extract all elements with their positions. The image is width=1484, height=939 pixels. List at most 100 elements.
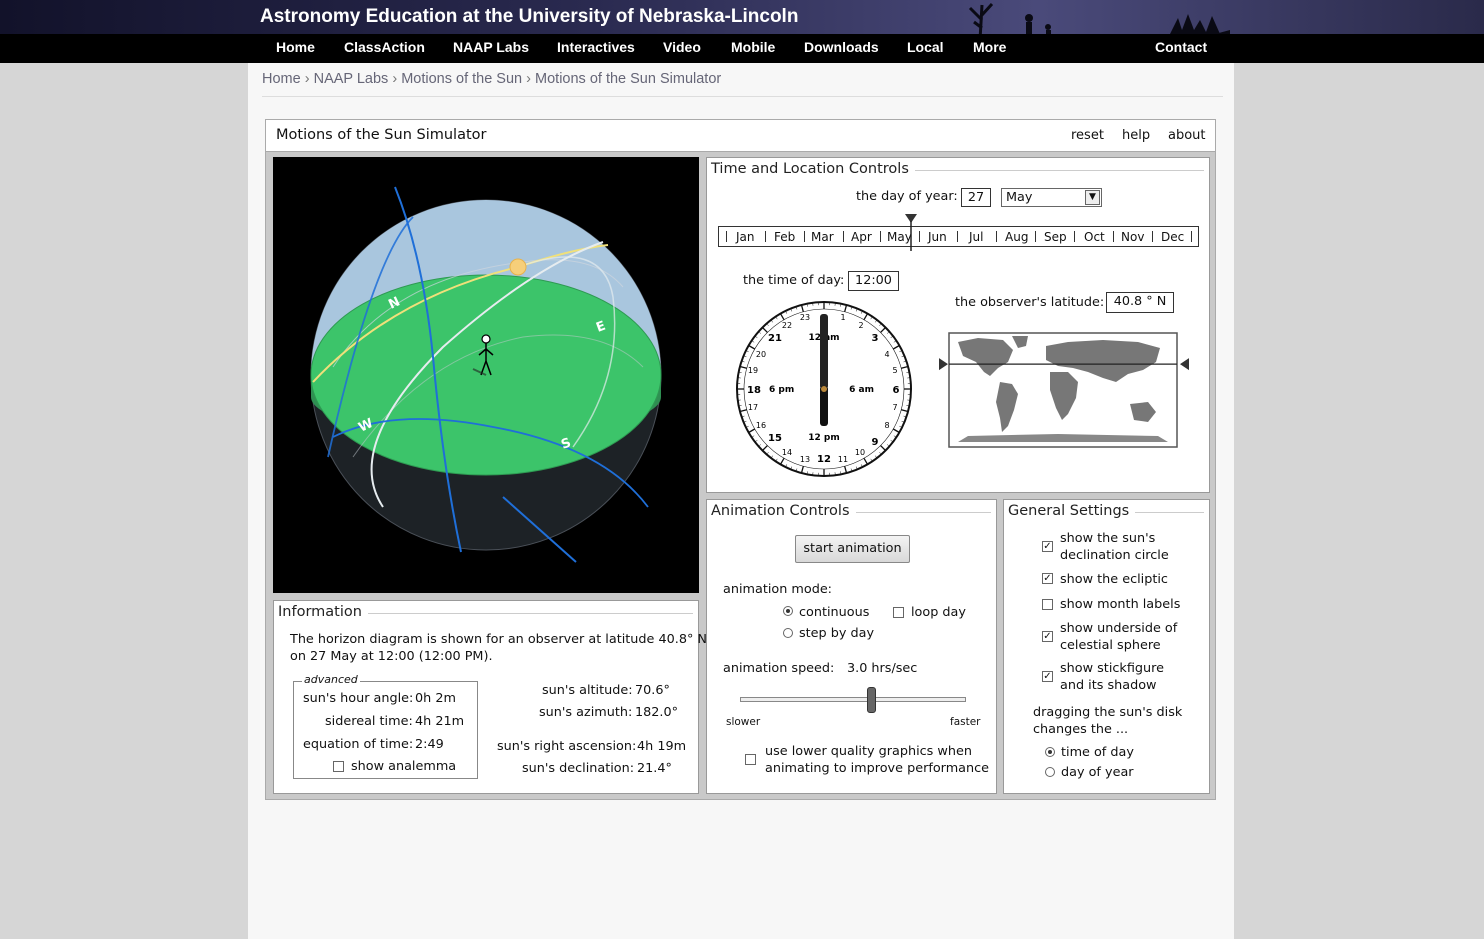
sun-declination-value: 21.4° [637, 761, 672, 776]
mode-continuous-label: continuous [799, 605, 870, 620]
breadcrumb-separator: › [304, 71, 310, 87]
timeline-month: Jun [928, 230, 947, 244]
reset-button[interactable]: reset [1071, 128, 1104, 143]
sun-right-ascension-value: 4h 19m [637, 739, 687, 754]
clock-hour-label: 2 [858, 321, 863, 330]
help-button[interactable]: help [1122, 128, 1150, 143]
advanced-legend: advanced [302, 673, 360, 686]
clock-hour-label: 16 [756, 421, 766, 430]
nav-local[interactable]: Local [907, 39, 944, 55]
clock-hand-upper[interactable] [820, 314, 828, 389]
nav-downloads[interactable]: Downloads [804, 39, 879, 55]
clock-hour-label: 13 [800, 455, 810, 464]
declination-circle-label-line2: declination circle [1060, 548, 1169, 563]
nav-home[interactable]: Home [276, 39, 315, 55]
sun-disk[interactable] [509, 258, 527, 276]
sidereal-time-value: 4h 21m [415, 714, 465, 729]
breadcrumb-separator: › [392, 71, 398, 87]
clock-dial[interactable]: 12 am 6 am 12 pm 6 pm 12 9 6 3 15 18 21 … [735, 300, 913, 478]
nav-mobile[interactable]: Mobile [731, 39, 775, 55]
time-location-legend: Time and Location Controls [711, 161, 915, 177]
nav-naap-labs[interactable]: NAAP Labs [453, 39, 529, 55]
nav-more[interactable]: More [973, 39, 1006, 55]
breadcrumb-motions-of-the-sun[interactable]: Motions of the Sun [401, 71, 522, 87]
hour-angle-value: 0h 2m [415, 691, 456, 706]
ecliptic-checkbox[interactable]: ✓ [1042, 573, 1053, 584]
loop-day-label: loop day [911, 605, 966, 620]
info-summary-line2: on 27 May at 12:00 (12:00 PM). [290, 649, 493, 664]
drag-day-of-year-label: day of year [1061, 765, 1134, 780]
breadcrumb-divider [262, 96, 1223, 97]
clock-hour-label: 19 [748, 366, 758, 375]
day-of-year-input[interactable]: 27 [961, 188, 991, 207]
mode-continuous-radio[interactable] [783, 606, 793, 616]
breadcrumb: Home › NAAP Labs › Motions of the Sun › … [262, 71, 721, 87]
nav-interactives[interactable]: Interactives [557, 39, 635, 55]
chevron-down-icon[interactable]: ▼ [1085, 190, 1100, 205]
nav-video[interactable]: Video [663, 39, 701, 55]
clock-hour-label: 1 [840, 313, 845, 322]
clock-hour-label: 22 [782, 321, 792, 330]
clock-hour-label: 14 [782, 448, 792, 457]
clock-hour-label: 8 [884, 421, 889, 430]
lower-quality-checkbox[interactable] [745, 754, 756, 765]
breadcrumb-naap-labs[interactable]: NAAP Labs [314, 71, 389, 87]
latitude-input[interactable]: 40.8 ° N [1106, 292, 1174, 313]
day-of-year-label: the day of year: [856, 189, 958, 204]
speed-slider-thumb[interactable] [867, 687, 877, 713]
clock-hour-label: 6 [893, 385, 900, 396]
main-nav: Home ClassAction NAAP Labs Interactives … [0, 34, 1484, 63]
information-legend: Information [278, 604, 368, 620]
mode-step-radio[interactable] [783, 628, 793, 638]
breadcrumb-simulator[interactable]: Motions of the Sun Simulator [535, 71, 721, 87]
latitude-handle-right[interactable] [1180, 358, 1189, 371]
site-title[interactable]: Astronomy Education at the University of… [260, 6, 798, 28]
site-header: Astronomy Education at the University of… [0, 0, 1484, 63]
timeline-month: Jul [969, 230, 984, 244]
time-of-day-input[interactable]: 12:00 [848, 271, 899, 291]
day-slider-handle[interactable] [904, 213, 918, 253]
drag-day-of-year-radio[interactable] [1045, 767, 1055, 777]
drag-time-of-day-radio[interactable] [1045, 747, 1055, 757]
month-select[interactable]: May ▼ [1001, 188, 1102, 207]
animation-mode-label: animation mode: [723, 582, 832, 597]
underside-checkbox[interactable]: ✓ [1042, 631, 1053, 642]
sun-azimuth-value: 182.0° [635, 705, 679, 720]
month-labels-checkbox[interactable] [1042, 599, 1053, 610]
clock-hour-label: 10 [855, 448, 865, 457]
timeline-month: Dec [1161, 230, 1185, 244]
clock-hour-label: 5 [892, 366, 897, 375]
timeline-month: Sep [1044, 230, 1067, 244]
time-of-day-label: the time of day: [743, 273, 845, 288]
nav-contact[interactable]: Contact [1155, 39, 1207, 55]
clock-hour-label: 3 [872, 333, 879, 344]
nav-classaction[interactable]: ClassAction [344, 39, 425, 55]
clock-inner-label: 6 am [849, 385, 874, 395]
sun-right-ascension-label: sun's right ascension: [497, 739, 637, 754]
declination-circle-checkbox[interactable]: ✓ [1042, 541, 1053, 552]
latitude-handle-left[interactable] [939, 358, 948, 371]
speed-slider-track[interactable] [740, 697, 966, 702]
breadcrumb-separator: › [526, 71, 531, 87]
show-analemma-checkbox[interactable] [333, 761, 344, 772]
timeline-month: Nov [1121, 230, 1145, 244]
clock-hour-label: 21 [768, 333, 782, 344]
simulator-title: Motions of the Sun Simulator [276, 127, 487, 143]
sidereal-time-label: sidereal time: [325, 714, 413, 729]
loop-day-checkbox[interactable] [893, 607, 904, 618]
breadcrumb-home[interactable]: Home [262, 71, 301, 87]
equation-of-time-label: equation of time: [303, 737, 414, 752]
celestial-sphere-view[interactable]: N E S W [273, 157, 699, 593]
drag-sun-label-line1: dragging the sun's disk [1033, 705, 1183, 720]
info-summary-line1: The horizon diagram is shown for an obse… [290, 632, 708, 647]
about-button[interactable]: about [1168, 128, 1206, 143]
clock-hour-label: 20 [756, 350, 766, 359]
world-map[interactable] [938, 332, 1190, 448]
clock-inner-label: 6 pm [769, 385, 794, 395]
start-animation-button[interactable]: start animation [795, 535, 910, 563]
year-timeline[interactable]: Jan Feb Mar Apr May Jun Jul Aug Sep Oct … [718, 226, 1199, 247]
stickfigure-label-line1: show stickfigure [1060, 661, 1164, 676]
sun-azimuth-label: sun's azimuth: [539, 705, 633, 720]
stickfigure-checkbox[interactable]: ✓ [1042, 671, 1053, 682]
stickfigure-label-line2: and its shadow [1060, 678, 1157, 693]
